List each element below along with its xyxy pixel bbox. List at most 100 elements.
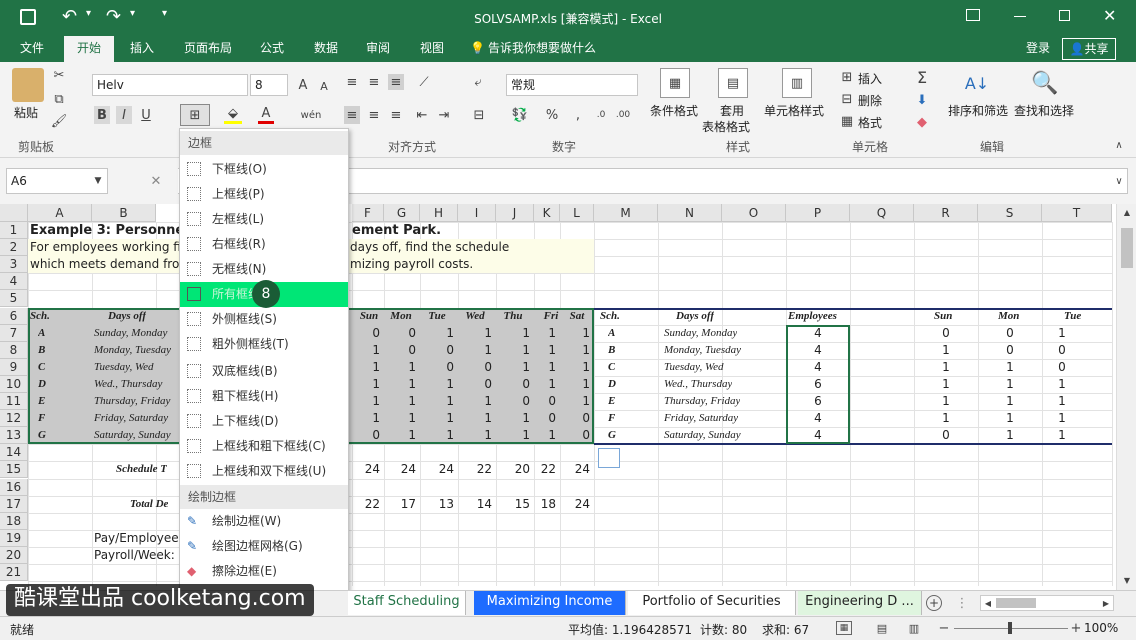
menu-item-tdb-border[interactable]: 上框线和双下框线(U)	[180, 459, 348, 484]
menu-item-draw-border-grid[interactable]: ✎ 绘图边框网格(G)	[180, 534, 348, 559]
tab-review[interactable]: 审阅	[358, 36, 398, 62]
sort-filter-icon[interactable]: A↓	[962, 68, 992, 98]
delete-cells-label[interactable]: 删除	[858, 92, 882, 109]
font-color-icon[interactable]: A	[258, 106, 274, 124]
close-icon[interactable]: ✕	[1103, 6, 1116, 25]
tell-me-input[interactable]: 告诉我你想要做什么	[488, 36, 608, 62]
merge-center-icon[interactable]: ⊟	[470, 106, 488, 124]
menu-item-left-border[interactable]: 左框线(L)	[180, 207, 348, 232]
page-layout-view-icon[interactable]: ▤	[874, 621, 890, 635]
row-header-19[interactable]: 19	[0, 529, 28, 547]
row-header-8[interactable]: 8	[0, 341, 28, 359]
zoom-in-icon[interactable]: +	[1070, 621, 1082, 636]
fill-color-icon[interactable]: ⬙	[224, 106, 242, 124]
column-header-J[interactable]: J	[496, 204, 534, 222]
percent-icon[interactable]: %	[544, 106, 560, 124]
add-sheet-icon[interactable]: +	[926, 595, 942, 611]
paste-options-icon[interactable]	[598, 448, 620, 469]
page-break-view-icon[interactable]: ▥	[906, 621, 922, 635]
menu-item-double-border[interactable]: 双底框线(B)	[180, 359, 348, 384]
autosum-icon[interactable]: Σ	[914, 68, 930, 87]
tab-view[interactable]: 视图	[412, 36, 452, 62]
column-header-F[interactable]: F	[352, 204, 384, 222]
column-header-I[interactable]: I	[458, 204, 496, 222]
vertical-scroll-thumb[interactable]	[1121, 228, 1133, 268]
name-box-dropdown-icon[interactable]: ▼	[92, 174, 104, 188]
column-header-S[interactable]: S	[978, 204, 1042, 222]
collapse-ribbon-icon[interactable]: ∧	[1112, 138, 1126, 152]
format-cells-icon[interactable]: ▦	[840, 114, 854, 129]
select-all-corner[interactable]	[0, 204, 28, 222]
zoom-slider-thumb[interactable]	[1008, 622, 1012, 634]
login-link[interactable]: 登录	[1020, 36, 1056, 62]
row-header-17[interactable]: 17	[0, 495, 28, 513]
row-header-9[interactable]: 9	[0, 358, 28, 376]
insert-cells-icon[interactable]: ⊞	[840, 70, 854, 85]
row-header-20[interactable]: 20	[0, 546, 28, 564]
menu-item-tcb-border[interactable]: 上框线和粗下框线(C)	[180, 434, 348, 459]
paste-label[interactable]: 粘贴	[14, 104, 38, 121]
conditional-format-icon[interactable]: ▦	[660, 68, 690, 98]
align-bottom-icon[interactable]: ≡	[388, 74, 404, 90]
row-header-21[interactable]: 21	[0, 564, 28, 582]
row-header-2[interactable]: 2	[0, 239, 28, 257]
row-header-1[interactable]: 1	[0, 222, 28, 240]
shrink-font-icon[interactable]: A	[318, 78, 330, 94]
column-header-N[interactable]: N	[658, 204, 722, 222]
share-button[interactable]: 👤共享	[1062, 38, 1116, 60]
cell-style-icon[interactable]: ▥	[782, 68, 812, 98]
row-header-16[interactable]: 16	[0, 478, 28, 496]
cut-icon[interactable]: ✂	[52, 68, 66, 83]
column-header-L[interactable]: L	[560, 204, 594, 222]
align-center-icon[interactable]: ≡	[366, 106, 382, 124]
font-name-select[interactable]: Helv	[92, 74, 248, 96]
accounting-icon[interactable]: 💱	[510, 106, 530, 124]
font-size-select[interactable]: 8	[250, 74, 288, 96]
decrease-indent-icon[interactable]: ⇤	[414, 106, 430, 124]
align-middle-icon[interactable]: ≡	[366, 74, 382, 90]
borders-icon[interactable]: ⊞	[180, 104, 210, 126]
grow-font-icon[interactable]: A	[296, 76, 310, 94]
row-header-6[interactable]: 6	[0, 307, 28, 325]
tab-home[interactable]: 开始	[64, 36, 114, 62]
increase-indent-icon[interactable]: ⇥	[436, 106, 452, 124]
table-format-icon[interactable]: ▤	[718, 68, 748, 98]
expand-formula-icon[interactable]: ∨	[1112, 174, 1126, 188]
cancel-formula-icon[interactable]: ✕	[148, 172, 164, 190]
cell-style-label[interactable]: 单元格样式	[764, 102, 824, 119]
tab-file[interactable]: 文件	[10, 36, 54, 62]
wrap-text-icon[interactable]: ⤶	[470, 74, 486, 90]
tab-formulas[interactable]: 公式	[252, 36, 292, 62]
menu-item-none-border[interactable]: 无框线(N)	[180, 257, 348, 282]
ribbon-display-icon[interactable]	[966, 9, 980, 21]
tab-data[interactable]: 数据	[306, 36, 346, 62]
row-header-5[interactable]: 5	[0, 290, 28, 308]
normal-view-icon[interactable]: ▦	[836, 621, 852, 635]
maximize-icon[interactable]	[1059, 10, 1070, 21]
align-right-icon[interactable]: ≡	[388, 106, 404, 124]
sheet-tab-maximizing-income[interactable]: Maximizing Income	[474, 591, 626, 615]
sort-filter-label[interactable]: 排序和筛选	[948, 102, 1008, 119]
fill-icon[interactable]: ⬇	[914, 92, 930, 108]
increase-decimal-icon[interactable]: .0	[592, 106, 610, 124]
bold-icon[interactable]: B	[94, 106, 110, 124]
menu-item-erase-border[interactable]: ◆ 擦除边框(E)	[180, 559, 348, 584]
menu-item-thick-border[interactable]: 粗外侧框线(T)	[180, 332, 348, 357]
row-header-3[interactable]: 3	[0, 256, 28, 274]
clear-icon[interactable]: ◆	[914, 114, 930, 130]
column-header-B[interactable]: B	[92, 204, 156, 222]
orientation-icon[interactable]: ⟋	[414, 74, 434, 90]
column-header-T[interactable]: T	[1042, 204, 1112, 222]
copy-icon[interactable]: ⧉	[52, 92, 66, 107]
scroll-left-icon[interactable]: ◀	[982, 597, 994, 609]
column-header-Q[interactable]: Q	[850, 204, 914, 222]
table-format-label-1[interactable]: 套用	[720, 102, 744, 119]
column-header-P[interactable]: P	[786, 204, 850, 222]
sheet-tab-staff-scheduling[interactable]: Staff Scheduling	[348, 591, 466, 615]
table-format-label-2[interactable]: 表格格式	[702, 118, 750, 135]
row-header-10[interactable]: 10	[0, 375, 28, 393]
column-header-K[interactable]: K	[534, 204, 560, 222]
format-cells-label[interactable]: 格式	[858, 114, 882, 131]
italic-icon[interactable]: I	[116, 106, 132, 124]
row-header-7[interactable]: 7	[0, 324, 28, 342]
